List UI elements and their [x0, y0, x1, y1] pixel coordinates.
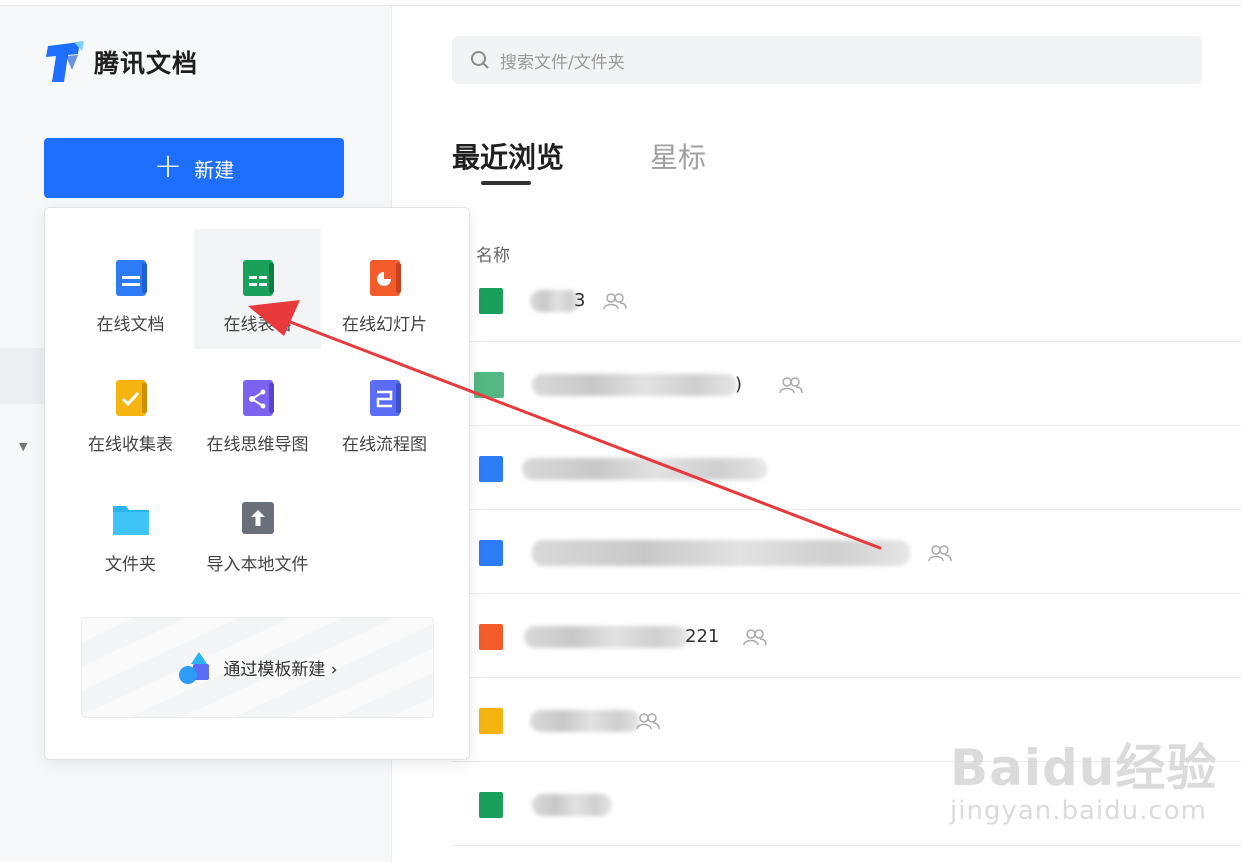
new-menu-popup: 在线文档 在线表格 在线幻灯片 在线收集表 在线思维导图 在线流程图 文件夹 导… — [44, 207, 470, 760]
file-name-fragment: 3 — [574, 290, 586, 311]
menu-item-label: 在线收集表 — [88, 435, 173, 455]
flowchart-icon — [366, 378, 404, 418]
menu-item-online-doc[interactable]: 在线文档 — [67, 229, 194, 349]
tab-active-indicator — [481, 181, 531, 185]
menu-item-label: 在线文档 — [96, 315, 165, 335]
shared-people-icon — [743, 629, 767, 646]
menu-item-import-local[interactable]: 导入本地文件 — [194, 469, 321, 589]
shared-people-icon — [603, 293, 627, 310]
sheet-icon — [479, 288, 503, 314]
sheet-icon — [239, 258, 277, 298]
sheet-icon — [474, 372, 504, 398]
plus-icon: + — [153, 146, 183, 186]
menu-item-label: 在线表格 — [223, 315, 292, 335]
search-placeholder: 搜索文件/文件夹 — [500, 52, 625, 73]
tab-recent[interactable]: 最近浏览 — [452, 136, 564, 176]
menu-item-online-form[interactable]: 在线收集表 — [67, 349, 194, 469]
blurred-filename — [532, 540, 910, 566]
watermark-main-text: Baidu经验 — [950, 739, 1218, 797]
file-row[interactable]: 221 — [452, 594, 1241, 678]
doc-icon — [112, 258, 150, 298]
menu-item-folder[interactable]: 文件夹 — [67, 469, 194, 589]
blurred-filename — [524, 626, 689, 648]
file-row[interactable] — [452, 426, 1241, 510]
doc-icon — [479, 456, 503, 482]
sheet-icon — [479, 792, 503, 818]
menu-item-online-flowchart[interactable]: 在线流程图 — [321, 349, 448, 469]
app-title: 腾讯文档 — [94, 49, 199, 78]
template-label: 通过模板新建 › — [223, 660, 338, 680]
folder-icon — [112, 498, 150, 538]
slide-icon — [479, 624, 503, 650]
new-button-label: 新建 — [194, 157, 235, 182]
new-from-template-button[interactable]: 通过模板新建 › — [81, 617, 434, 718]
file-row[interactable] — [452, 510, 1241, 594]
form-icon — [479, 708, 503, 734]
menu-item-label: 导入本地文件 — [206, 555, 309, 575]
shared-people-icon — [779, 377, 803, 394]
blurred-filename — [532, 374, 737, 396]
search-icon — [471, 51, 489, 69]
shared-people-icon — [928, 545, 952, 562]
blurred-filename — [522, 458, 767, 480]
upload-icon — [239, 498, 277, 538]
shared-people-icon — [636, 713, 660, 730]
file-name-fragment: 221 — [685, 626, 720, 647]
baidu-jingyan-watermark: Baidu经验 jingyan.baidu.com — [950, 728, 1217, 826]
watermark-sub-text: jingyan.baidu.com — [950, 796, 1207, 826]
caret-down-icon[interactable]: ▼ — [19, 440, 27, 453]
file-name-fragment: ) — [735, 374, 743, 395]
tab-starred[interactable]: 星标 — [650, 136, 706, 176]
blurred-filename — [532, 794, 612, 816]
tencent-docs-logo-icon — [46, 41, 84, 82]
menu-item-online-slides[interactable]: 在线幻灯片 — [321, 229, 448, 349]
file-row[interactable]: 3 — [452, 258, 1241, 342]
mindmap-icon — [239, 378, 277, 418]
form-icon — [112, 378, 150, 418]
menu-item-label: 在线幻灯片 — [342, 315, 427, 335]
blurred-filename — [530, 710, 640, 732]
menu-item-label: 在线流程图 — [342, 435, 427, 455]
sidebar-selected-item[interactable] — [0, 348, 44, 404]
doc-icon — [479, 540, 503, 566]
slide-icon — [366, 258, 404, 298]
menu-item-online-sheet[interactable]: 在线表格 — [194, 229, 321, 349]
menu-item-label: 在线思维导图 — [206, 435, 309, 455]
file-row[interactable]: ) — [452, 342, 1241, 426]
new-button[interactable]: + 新建 — [44, 138, 344, 198]
template-shapes-icon — [179, 651, 210, 684]
search-box[interactable]: 搜索文件/文件夹 — [452, 36, 1202, 84]
menu-item-label: 文件夹 — [105, 555, 156, 575]
blurred-filename — [530, 290, 580, 312]
app-logo[interactable]: 腾讯文档 — [44, 40, 198, 84]
menu-item-online-mindmap[interactable]: 在线思维导图 — [194, 349, 321, 469]
